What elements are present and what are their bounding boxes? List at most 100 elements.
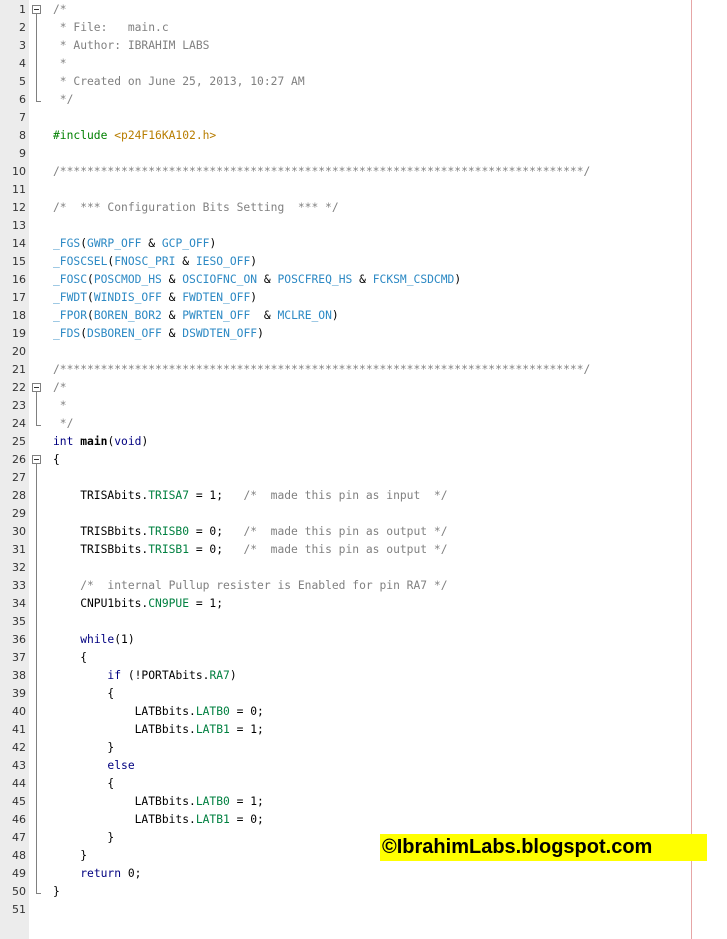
code-line[interactable]: 10 /*************************************… bbox=[0, 163, 727, 181]
code-token: LATB0 bbox=[195, 705, 230, 718]
code-line[interactable]: 18 _FPOR(BOREN_BOR2 & PWRTEN_OFF & MCLRE_… bbox=[0, 307, 727, 325]
line-number: 7 bbox=[19, 111, 26, 124]
code-line[interactable]: 1 /* bbox=[0, 1, 727, 19]
code-line[interactable]: 35 bbox=[0, 613, 727, 631]
code-line[interactable]: 44 { bbox=[0, 775, 727, 793]
code-token: */ bbox=[53, 93, 74, 106]
code-line[interactable]: 28 TRISAbits.TRISA7 = 1; /* made this pi… bbox=[0, 487, 727, 505]
line-number: 31 bbox=[12, 543, 26, 556]
code-line[interactable]: 5 * Created on June 25, 2013, 10:27 AM bbox=[0, 73, 727, 91]
code-token: POSCMOD_HS bbox=[93, 273, 162, 286]
code-line[interactable]: 9 bbox=[0, 145, 727, 163]
code-line[interactable]: 49 return 0; bbox=[0, 865, 727, 883]
code-text: * bbox=[53, 57, 67, 70]
code-line[interactable]: 40 LATBbits.LATB0 = 0; bbox=[0, 703, 727, 721]
line-number: 42 bbox=[12, 741, 26, 754]
code-line[interactable]: 45 LATBbits.LATB0 = 1; bbox=[0, 793, 727, 811]
code-line[interactable]: 29 bbox=[0, 505, 727, 523]
code-token: _FOSCSEL bbox=[53, 255, 108, 268]
code-text: LATBbits.LATB0 = 0; bbox=[53, 705, 264, 718]
line-number: 17 bbox=[12, 291, 26, 304]
code-line[interactable]: 38 if (!PORTAbits.RA7) bbox=[0, 667, 727, 685]
fold-guide-line bbox=[36, 392, 37, 425]
code-line[interactable]: 26 { bbox=[0, 451, 727, 469]
code-token: RA7 bbox=[209, 669, 230, 682]
code-line[interactable]: 30 TRISBbits.TRISB0 = 0; /* made this pi… bbox=[0, 523, 727, 541]
code-token: ) bbox=[250, 291, 258, 304]
code-line[interactable]: 46 LATBbits.LATB1 = 0; bbox=[0, 811, 727, 829]
code-token: else bbox=[107, 759, 135, 772]
code-line[interactable]: 7 bbox=[0, 109, 727, 127]
code-token: & bbox=[161, 309, 183, 322]
code-line[interactable]: 32 bbox=[0, 559, 727, 577]
code-text: _FOSC(POSCMOD_HS & OSCIOFNC_ON & POSCFRE… bbox=[53, 273, 461, 286]
code-token: } bbox=[53, 741, 115, 754]
code-token: GCP_OFF bbox=[161, 237, 210, 250]
code-token: _FOSC bbox=[53, 273, 88, 286]
code-line[interactable]: 21 /*************************************… bbox=[0, 361, 727, 379]
line-number: 10 bbox=[12, 165, 26, 178]
code-line[interactable]: 42 } bbox=[0, 739, 727, 757]
code-line[interactable]: 33 /* internal Pullup resister is Enable… bbox=[0, 577, 727, 595]
code-line[interactable]: 4 * bbox=[0, 55, 727, 73]
code-line[interactable]: 25 int main(void) bbox=[0, 433, 727, 451]
code-token: = 1; bbox=[229, 795, 264, 808]
code-line[interactable]: 3 * Author: IBRAHIM LABS bbox=[0, 37, 727, 55]
line-number: 48 bbox=[12, 849, 26, 862]
code-line[interactable]: 36 while(1) bbox=[0, 631, 727, 649]
code-line[interactable]: 11 bbox=[0, 181, 727, 199]
code-token: ) bbox=[257, 327, 264, 340]
code-line[interactable]: 12 /* *** Configuration Bits Setting *** … bbox=[0, 199, 727, 217]
code-token: & bbox=[352, 273, 373, 286]
code-line[interactable]: 19 _FDS(DSBOREN_OFF & DSWDTEN_OFF) bbox=[0, 325, 727, 343]
code-line[interactable]: 51 bbox=[0, 901, 727, 919]
fold-minus-icon[interactable] bbox=[32, 383, 41, 392]
line-number: 20 bbox=[12, 345, 26, 358]
fold-end-marker bbox=[36, 101, 41, 102]
code-line[interactable]: 50} bbox=[0, 883, 727, 901]
code-line[interactable]: 31 TRISBbits.TRISB1 = 0; /* made this pi… bbox=[0, 541, 727, 559]
code-line[interactable]: 24 */ bbox=[0, 415, 727, 433]
code-editor[interactable]: 1/* 2 * File: main.c 3 * Author: IBRAHIM L… bbox=[0, 0, 727, 939]
code-line[interactable]: 15 _FOSCSEL(FNOSC_PRI & IESO_OFF) bbox=[0, 253, 727, 271]
fold-minus-icon[interactable] bbox=[32, 455, 41, 464]
line-number: 32 bbox=[12, 561, 26, 574]
code-text: int main(void) bbox=[53, 435, 148, 448]
code-token: CNPU1bits. bbox=[53, 597, 149, 610]
code-token: TRISBbits. bbox=[53, 525, 149, 538]
code-line[interactable]: 2 * File: main.c bbox=[0, 19, 727, 37]
code-line[interactable]: 27 bbox=[0, 469, 727, 487]
code-text: LATBbits.LATB1 = 1; bbox=[53, 723, 264, 736]
code-line[interactable]: 39 { bbox=[0, 685, 727, 703]
code-line[interactable]: 16 _FOSC(POSCMOD_HS & OSCIOFNC_ON & POSCF… bbox=[0, 271, 727, 289]
line-number: 1 bbox=[19, 3, 26, 16]
code-line[interactable]: 20 bbox=[0, 343, 727, 361]
code-text: /***************************************… bbox=[53, 363, 590, 376]
line-number: 12 bbox=[12, 201, 26, 214]
code-token: /* made this pin as input */ bbox=[243, 489, 448, 502]
code-line[interactable]: 37 { bbox=[0, 649, 727, 667]
code-line[interactable]: 34 CNPU1bits.CN9PUE = 1; bbox=[0, 595, 727, 613]
code-text: else bbox=[53, 759, 135, 772]
watermark-text: ©IbrahimLabs.blogspot.com bbox=[382, 836, 653, 858]
code-text: _FWDT(WINDIS_OFF & FWDTEN_OFF) bbox=[53, 291, 257, 304]
code-line[interactable]: 22 /* bbox=[0, 379, 727, 397]
code-text: TRISBbits.TRISB1 = 0; /* made this pin a… bbox=[53, 543, 447, 556]
line-number: 50 bbox=[12, 885, 26, 898]
code-line[interactable]: 13 bbox=[0, 217, 727, 235]
code-line[interactable]: 17 _FWDT(WINDIS_OFF & FWDTEN_OFF) bbox=[0, 289, 727, 307]
code-line[interactable]: 8 #include <p24F16KA102.h> bbox=[0, 127, 727, 145]
code-text: { bbox=[53, 777, 114, 790]
code-line[interactable]: 14 _FGS(GWRP_OFF & GCP_OFF) bbox=[0, 235, 727, 253]
code-line[interactable]: 43 else bbox=[0, 757, 727, 775]
code-line[interactable]: 23 * bbox=[0, 397, 727, 415]
code-token: _FDS bbox=[53, 327, 81, 340]
code-line[interactable]: 41 LATBbits.LATB1 = 1; bbox=[0, 721, 727, 739]
code-token: TRISB1 bbox=[148, 543, 190, 556]
code-token: LATB1 bbox=[195, 813, 230, 826]
fold-minus-icon[interactable] bbox=[32, 5, 41, 14]
code-text: /***************************************… bbox=[53, 165, 590, 178]
code-line[interactable]: 6 */ bbox=[0, 91, 727, 109]
code-token: ( bbox=[87, 291, 94, 304]
code-text: { bbox=[53, 453, 60, 466]
